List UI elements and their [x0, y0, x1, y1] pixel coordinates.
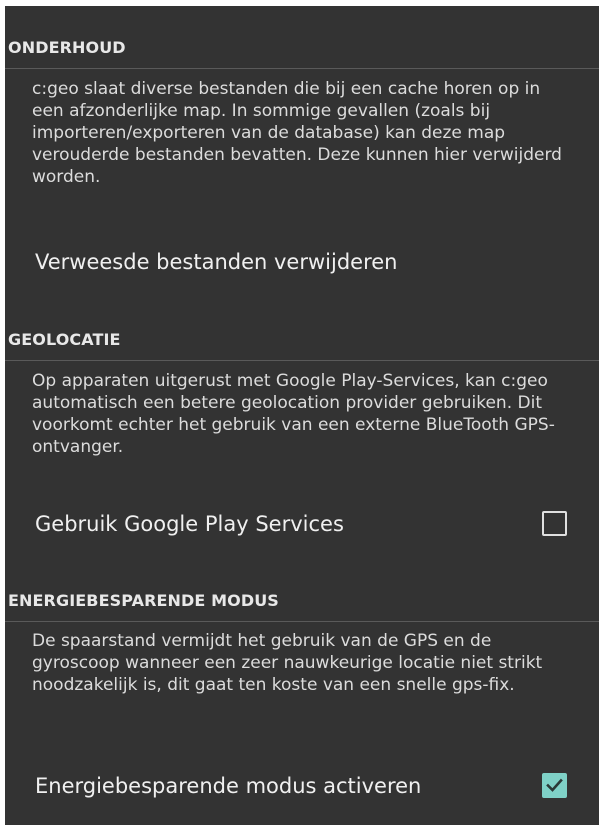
maintenance-summary: c:geo slaat diverse bestanden die bij ee…	[32, 79, 562, 187]
settings-panel: ONDERHOUD c:geo slaat diverse bestanden …	[5, 6, 599, 825]
checkbox-checked-icon[interactable]	[542, 773, 567, 798]
energy-saving-mode-pref[interactable]: Energiebesparende modus activeren	[5, 756, 599, 816]
pref-title: Gebruik Google Play Services	[35, 512, 344, 536]
section-header-label: ONDERHOUD	[8, 38, 126, 57]
geolocation-summary: Op apparaten uitgerust met Google Play-S…	[32, 371, 555, 457]
pref-title: Energiebesparende modus activeren	[35, 774, 422, 798]
section-header-energiebesparende-modus: ENERGIEBESPARENDE MODUS	[5, 559, 599, 622]
delete-orphaned-files-pref[interactable]: Verweesde bestanden verwijderen	[5, 232, 599, 292]
section-header-label: GEOLOCATIE	[8, 330, 121, 349]
energy-saving-summary: De spaarstand vermijdt het gebruik van d…	[32, 631, 543, 695]
checkbox-unchecked-icon[interactable]	[542, 511, 567, 536]
section-header-geolocatie: GEOLOCATIE	[5, 298, 599, 361]
section-header-label: ENERGIEBESPARENDE MODUS	[8, 591, 279, 610]
google-play-services-pref[interactable]: Gebruik Google Play Services	[5, 494, 599, 554]
checkmark-icon	[546, 778, 563, 792]
pref-title: Verweesde bestanden verwijderen	[35, 250, 398, 274]
section-header-onderhoud: ONDERHOUD	[5, 6, 599, 69]
